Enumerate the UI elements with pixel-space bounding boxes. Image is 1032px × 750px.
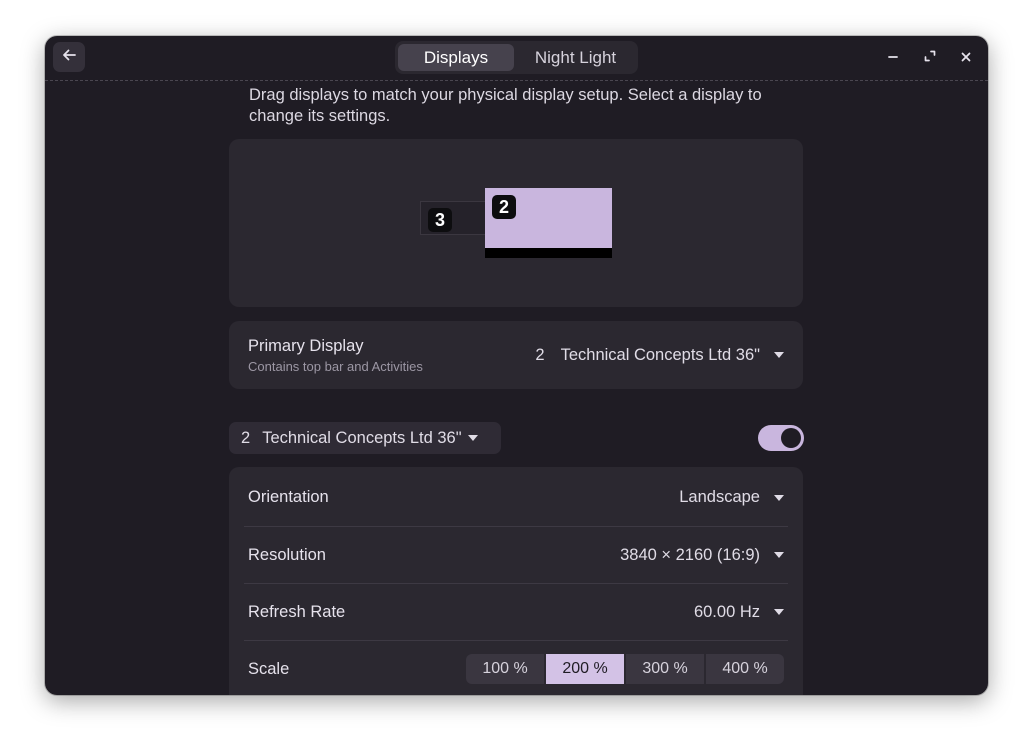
maximize-icon: [924, 49, 936, 67]
close-icon: [961, 49, 971, 67]
primary-display-text: Primary Display Contains top bar and Act…: [248, 337, 423, 374]
scale-option-100[interactable]: 100 %: [466, 654, 544, 684]
monitor-enabled-toggle[interactable]: [758, 425, 804, 451]
chevron-down-icon: [467, 435, 478, 441]
scale-label: Scale: [248, 659, 290, 678]
intro-text: Drag displays to match your physical dis…: [249, 86, 762, 125]
refresh-rate-label: Refresh Rate: [248, 602, 346, 621]
view-switcher: Displays Night Light: [395, 41, 638, 74]
scale-option-200[interactable]: 200 %: [546, 654, 624, 684]
primary-display-number: 2: [535, 345, 545, 364]
resolution-row[interactable]: Resolution 3840 × 2160 (16:9): [244, 526, 788, 583]
refresh-rate-dropdown[interactable]: 60.00 Hz: [694, 603, 784, 622]
orientation-row[interactable]: Orientation Landscape: [244, 469, 788, 526]
scale-option-300[interactable]: 300 %: [626, 654, 704, 684]
minimize-icon: [888, 49, 898, 67]
monitor-3-badge: 3: [428, 208, 452, 232]
primary-display-dropdown[interactable]: 2 Technical Concepts Ltd 36": [535, 346, 784, 365]
scale-row: Scale 100 % 200 % 300 % 400 %: [244, 640, 788, 695]
arrow-left-icon: [62, 48, 76, 67]
monitor-settings-card: Orientation Landscape Resolution 3840 × …: [229, 467, 803, 695]
tab-displays[interactable]: Displays: [398, 44, 514, 71]
scale-option-400[interactable]: 400 %: [706, 654, 784, 684]
chevron-down-icon: [774, 609, 784, 615]
primary-display-subtitle: Contains top bar and Activities: [248, 358, 423, 374]
orientation-value: Landscape: [679, 488, 760, 506]
display-arrangement[interactable]: 3 2: [229, 139, 803, 307]
orientation-dropdown[interactable]: Landscape: [679, 488, 784, 507]
tab-night-light[interactable]: Night Light: [516, 44, 635, 71]
primary-display-row[interactable]: Primary Display Contains top bar and Act…: [229, 321, 803, 389]
scale-options: 100 % 200 % 300 % 400 %: [466, 654, 784, 684]
resolution-value: 3840 × 2160 (16:9): [620, 545, 760, 564]
orientation-label: Orientation: [248, 488, 329, 506]
close-button[interactable]: [954, 46, 978, 70]
refresh-rate-value: 60.00 Hz: [693, 602, 760, 621]
monitor-2-preview[interactable]: 2: [485, 188, 612, 258]
monitor-select-number: 2: [241, 428, 251, 447]
monitor-select-dropdown[interactable]: 2 Technical Concepts Ltd 36": [229, 422, 501, 454]
chevron-down-icon: [774, 552, 784, 558]
header-bar: Displays Night Light: [45, 36, 988, 81]
refresh-rate-row[interactable]: Refresh Rate 60.00 Hz: [244, 583, 788, 640]
minimize-button[interactable]: [881, 46, 905, 70]
toggle-knob: [781, 428, 801, 448]
primary-display-title: Primary Display: [248, 336, 364, 355]
settings-window: Displays Night Light Drag displays to ma…: [45, 36, 988, 695]
monitor-2-badge: 2: [492, 195, 516, 219]
monitor-3-preview[interactable]: 3: [420, 201, 486, 235]
resolution-dropdown[interactable]: 3840 × 2160 (16:9): [620, 546, 784, 565]
resolution-label: Resolution: [248, 545, 326, 564]
displays-page: Drag displays to match your physical dis…: [45, 82, 988, 695]
chevron-down-icon: [774, 494, 784, 501]
back-button[interactable]: [53, 42, 85, 72]
monitor-select-name: Technical Concepts Ltd 36": [262, 428, 462, 447]
maximize-button[interactable]: [918, 46, 942, 70]
primary-display-name: Technical Concepts Ltd 36": [560, 345, 760, 364]
chevron-down-icon: [774, 352, 784, 358]
